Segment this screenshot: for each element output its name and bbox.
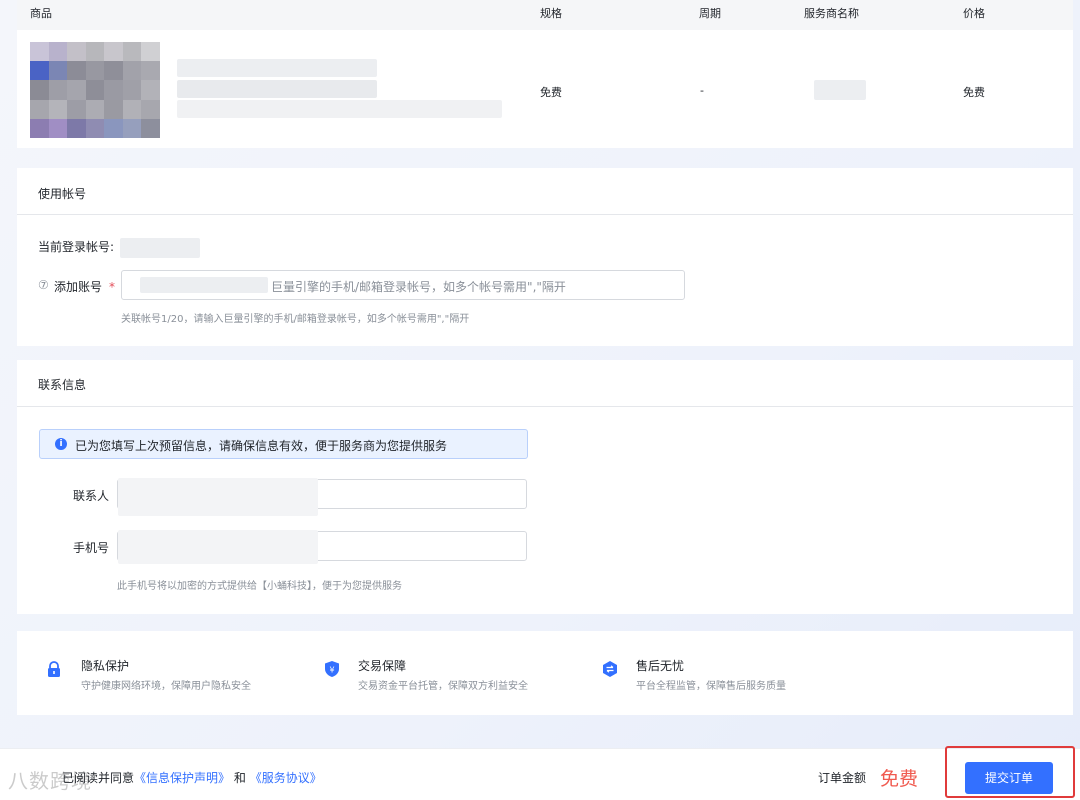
info-icon: i <box>55 438 67 450</box>
phone-label: 手机号 <box>73 541 110 555</box>
privacy-link[interactable]: 《信息保护声明》 <box>134 771 230 785</box>
provider-name-redacted <box>814 80 866 100</box>
order-amount: 免费 <box>880 768 919 790</box>
svg-text:¥: ¥ <box>329 666 334 675</box>
table-header: 商品 规格 周期 服务商名称 价格 <box>17 0 1073 30</box>
phone-hint: 此手机号将以加密的方式提供给【小蛹科技】，便于为您提供服务 <box>117 581 402 592</box>
product-table: 商品 规格 周期 服务商名称 价格 免费 - 免费 <box>17 0 1073 148</box>
add-account-placeholder: 巨量引擎的手机/邮箱登录帐号，如多个帐号需用","隔开 <box>271 280 566 294</box>
info-notice: i 已为您填写上次预留信息，请确保信息有效，便于服务商为您提供服务 <box>39 429 528 459</box>
product-name-redacted <box>177 80 377 98</box>
checkout-bar: 八数跨境 已阅读并同意《信息保护声明》 和 《服务协议》 订单金额 免费 提交订… <box>0 746 1080 800</box>
header-provider: 服务商名称 <box>804 7 859 20</box>
guarantee-section: 隐私保护 守护健康网络环境，保障用户隐私安全 ¥ 交易保障 交易资金平台托管，保… <box>17 631 1073 715</box>
guarantee-desc: 守护健康网络环境，保障用户隐私安全 <box>81 681 251 692</box>
contact-name-label: 联系人 <box>73 489 110 503</box>
contact-name-input[interactable] <box>117 478 527 516</box>
input-value-redacted <box>118 478 318 516</box>
product-name-redacted <box>177 100 502 118</box>
divider <box>17 406 1073 407</box>
help-icon[interactable]: ⑦ <box>38 278 49 292</box>
agreement-text: 已阅读并同意《信息保护声明》 和 《服务协议》 <box>62 769 322 786</box>
row-spec: 免费 <box>540 86 562 99</box>
guarantee-title: 交易保障 <box>358 659 407 673</box>
service-agreement-link[interactable]: 《服务协议》 <box>250 771 322 785</box>
shield-yen-icon: ¥ <box>325 661 339 677</box>
section-title: 使用帐号 <box>38 187 87 201</box>
input-value-redacted <box>140 277 268 293</box>
exchange-icon <box>603 661 617 677</box>
guarantee-desc: 平台全程监管，保障售后服务质量 <box>636 681 786 692</box>
row-price: 免费 <box>963 86 985 99</box>
product-thumbnail <box>30 42 160 138</box>
section-title: 联系信息 <box>38 378 87 392</box>
guarantee-desc: 交易资金平台托管，保障双方利益安全 <box>358 681 528 692</box>
required-mark: * <box>109 280 115 294</box>
phone-input[interactable] <box>117 530 527 564</box>
submit-order-button[interactable]: 提交订单 <box>965 762 1053 794</box>
row-period: - <box>700 84 704 97</box>
current-account-redacted <box>120 238 200 258</box>
current-account-label: 当前登录帐号: <box>38 240 115 254</box>
header-price: 价格 <box>963 7 985 20</box>
product-name-redacted <box>177 59 377 77</box>
agreement-and: 和 <box>233 771 246 785</box>
lock-icon <box>48 661 60 677</box>
contact-section: 联系信息 i 已为您填写上次预留信息，请确保信息有效，便于服务商为您提供服务 联… <box>17 360 1073 614</box>
header-spec: 规格 <box>540 7 562 20</box>
header-period: 周期 <box>699 7 721 20</box>
agreement-prefix: 已阅读并同意 <box>62 771 135 785</box>
divider <box>17 214 1073 215</box>
account-section: 使用帐号 当前登录帐号: ⑦ 添加账号 * 巨量引擎的手机/邮箱登录帐号，如多个… <box>17 168 1073 346</box>
info-notice-text: 已为您填写上次预留信息，请确保信息有效，便于服务商为您提供服务 <box>75 439 448 453</box>
guarantee-title: 售后无忧 <box>636 659 685 673</box>
order-amount-label: 订单金额 <box>818 771 867 785</box>
guarantee-title: 隐私保护 <box>81 659 130 673</box>
input-value-redacted <box>118 530 318 564</box>
add-account-label: 添加账号 <box>54 280 103 294</box>
add-account-input[interactable]: 巨量引擎的手机/邮箱登录帐号，如多个帐号需用","隔开 <box>121 270 685 300</box>
add-account-hint: 关联帐号1/20，请输入巨量引擎的手机/邮箱登录帐号，如多个帐号需用","隔开 <box>121 314 470 325</box>
header-product: 商品 <box>30 7 52 20</box>
